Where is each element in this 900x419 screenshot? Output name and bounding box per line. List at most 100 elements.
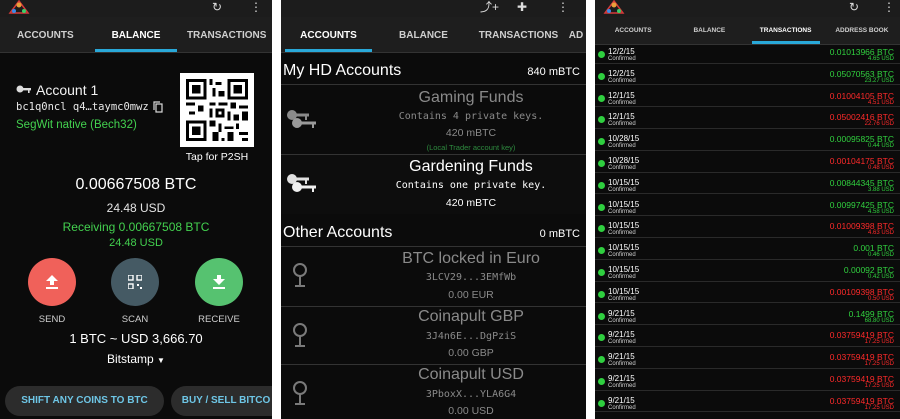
scan-button[interactable]: [111, 258, 159, 306]
tab-balance[interactable]: BALANCE: [376, 17, 471, 52]
transaction-row[interactable]: 9/21/15 Confirmed 0.03759419 BTC 17.25 USD: [595, 395, 900, 413]
confirmed-status-icon: [598, 247, 605, 255]
send-button[interactable]: [28, 258, 76, 306]
tx-status: Confirmed: [608, 165, 636, 171]
account-desc: Contains one private key.: [395, 180, 547, 191]
account-amount: 0.00 EUR: [448, 289, 494, 301]
upload-arrow-icon: [46, 275, 58, 289]
confirmed-status-icon: [598, 72, 605, 80]
tx-date: 10/15/15: [608, 177, 640, 187]
transaction-row[interactable]: 12/2/15 Confirmed 0.01013966 BTC 4.65 USD: [595, 46, 900, 64]
overflow-menu-icon[interactable]: ⋮: [883, 0, 895, 14]
overflow-menu-icon[interactable]: ⋮: [557, 0, 569, 14]
tx-usd: 68.80 USD: [864, 317, 894, 324]
account-note: (Local Trader account key): [426, 143, 516, 152]
copy-icon[interactable]: [153, 101, 163, 113]
account-row[interactable]: Coinapult USD 3PboxX...YLA6G4 0.00 USD: [281, 364, 586, 419]
confirmed-status-icon: [598, 203, 605, 211]
section-title: My HD Accounts: [283, 62, 402, 79]
transaction-row[interactable]: 10/28/15 Confirmed 0.00095825 BTC 0.44 USD: [595, 133, 900, 151]
account-name: BTC locked in Euro: [402, 250, 540, 267]
shift-coins-button[interactable]: SHIFT ANY COINS TO BTC: [5, 386, 164, 416]
confirmed-status-icon: [598, 160, 605, 167]
transaction-row[interactable]: 12/1/15 Confirmed 0.05002416 BTC 22.76 USD: [595, 111, 900, 129]
accounts-screen: ⤴+ ✚ ⋮ ACCOUNTS BALANCE TRANSACTIONS AD …: [281, 0, 586, 419]
refresh-icon[interactable]: ↻: [849, 0, 859, 14]
transaction-row[interactable]: 12/2/15 Confirmed 0.05070563 BTC 23.27 USD: [595, 68, 900, 86]
exchange-selector[interactable]: Bitstamp ▼: [0, 352, 272, 366]
add-key-icon[interactable]: ✚: [517, 0, 527, 14]
tab-transactions[interactable]: TRANSACTIONS: [471, 17, 566, 52]
transaction-row[interactable]: 12/1/15 Confirmed 0.01004105 BTC 4.51 USD: [595, 90, 900, 108]
confirmed-status-icon: [598, 181, 605, 189]
tab-bar: ACCOUNTS BALANCE TRANSACTIONS: [0, 17, 272, 53]
tx-status: Confirmed: [608, 186, 636, 193]
tab-address-book[interactable]: AD: [566, 17, 586, 52]
account-row[interactable]: BTC locked in Euro 3LCV29...3EMfWb 0.00 …: [281, 246, 586, 306]
download-arrow-icon: [213, 275, 225, 289]
tab-address-book[interactable]: ADDRESS BOOK: [824, 17, 900, 44]
confirmed-status-icon: [598, 290, 605, 298]
tx-usd: 3.88 USD: [867, 186, 894, 193]
tx-usd: 4.65 USD: [867, 56, 894, 62]
refresh-icon[interactable]: ↻: [212, 0, 222, 14]
key-icon: [16, 85, 31, 93]
keys-icon: [287, 174, 316, 192]
tx-usd: 4.63 USD: [867, 230, 894, 237]
tx-date: 10/28/15: [608, 134, 640, 144]
section-total: 840 mBTC: [527, 66, 580, 78]
send-label: SEND: [38, 314, 66, 325]
app-bar: ⤴+ ✚ ⋮: [281, 0, 586, 17]
tab-accounts[interactable]: ACCOUNTS: [281, 17, 376, 52]
tab-transactions[interactable]: TRANSACTIONS: [748, 17, 824, 44]
tx-usd: 17.25 USD: [864, 339, 894, 346]
app-bar: ↻ ⋮: [0, 0, 272, 17]
tab-bar: ACCOUNTS BALANCE TRANSACTIONS ADDRESS BO…: [595, 17, 900, 45]
tx-status: Confirmed: [608, 274, 636, 280]
account-amount: 420 mBTC: [445, 127, 497, 139]
tx-usd: 0.48 USD: [867, 165, 894, 171]
balance-btc: 0.00667508 BTC: [75, 176, 197, 193]
account-row-selected[interactable]: Gardening Funds Contains one private key…: [281, 154, 586, 214]
tx-usd: 0.42 USD: [867, 274, 894, 280]
transaction-row[interactable]: 9/21/15 Confirmed 0.1499 BTC 68.80 USD: [595, 308, 900, 326]
transactions-screen: ↻ ⋮ ACCOUNTS BALANCE TRANSACTIONS ADDRES…: [595, 0, 900, 419]
transaction-row[interactable]: 10/15/15 Confirmed 0.00844345 BTC 3.88 USD: [595, 177, 900, 195]
tab-accounts[interactable]: ACCOUNTS: [595, 17, 671, 44]
transaction-row[interactable]: 9/21/15 Confirmed 0.03759419 BTC 17.25 USD: [595, 351, 900, 369]
transaction-row[interactable]: 10/15/15 Confirmed 0.001 BTC 0.46 USD: [595, 242, 900, 260]
receive-button[interactable]: [195, 258, 243, 306]
transaction-row[interactable]: 10/28/15 Confirmed 0.00104175 BTC 0.48 USD: [595, 155, 900, 173]
tab-balance[interactable]: BALANCE: [671, 17, 747, 44]
account-row[interactable]: Gaming Funds Contains 4 private keys. 42…: [281, 84, 586, 154]
receiving-usd: 24.48 USD: [109, 237, 163, 249]
tx-date: 9/21/15: [608, 330, 635, 340]
tab-transactions[interactable]: TRANSACTIONS: [181, 17, 272, 52]
transaction-row[interactable]: 10/15/15 Confirmed 0.00092 BTC 0.42 USD: [595, 264, 900, 282]
account-address: 3LCV29...3EMfWb: [425, 272, 517, 283]
account-desc: Contains 4 private keys.: [398, 111, 544, 122]
transaction-row[interactable]: 9/21/15 Confirmed 0.03759419 BTC 17.25 USD: [595, 373, 900, 391]
qr-code[interactable]: [180, 73, 254, 147]
add-account-icon[interactable]: ⤴+: [480, 0, 499, 14]
tab-accounts[interactable]: ACCOUNTS: [0, 17, 91, 52]
confirmed-status-icon: [598, 51, 605, 58]
address-type: SegWit native (Bech32): [16, 119, 137, 131]
receive-label: RECEIVE: [198, 314, 240, 325]
account-row[interactable]: Coinapult GBP 3J4n6E...DgPziS 0.00 GBP: [281, 306, 586, 366]
overflow-menu-icon[interactable]: ⋮: [250, 0, 262, 14]
tab-balance[interactable]: BALANCE: [91, 17, 182, 52]
dropdown-arrow-icon: ▼: [157, 356, 165, 365]
transaction-row[interactable]: 10/15/15 Confirmed 0.00997425 BTC 4.58 USD: [595, 199, 900, 217]
buy-sell-button[interactable]: BUY / SELL BITCO: [171, 386, 272, 416]
tx-status: Confirmed: [608, 121, 636, 128]
account-address[interactable]: bc1q0ncl q4…taymc0mwz: [16, 101, 149, 113]
qr-scan-icon: [128, 275, 142, 289]
transaction-row[interactable]: 10/15/15 Confirmed 0.00109398 BTC 0.50 USD: [595, 286, 900, 304]
hd-accounts-header: My HD Accounts 840 mBTC: [281, 62, 586, 84]
transaction-row[interactable]: 9/21/15 Confirmed 0.03759419 BTC 17.25 USD: [595, 329, 900, 347]
account-amount: 420 mBTC: [445, 197, 497, 209]
transaction-row[interactable]: 10/15/15 Confirmed 0.01009398 BTC 4.63 USD: [595, 220, 900, 238]
qr-caption: Tap for P2SH: [185, 151, 249, 163]
mycelium-logo-icon: [8, 0, 30, 14]
